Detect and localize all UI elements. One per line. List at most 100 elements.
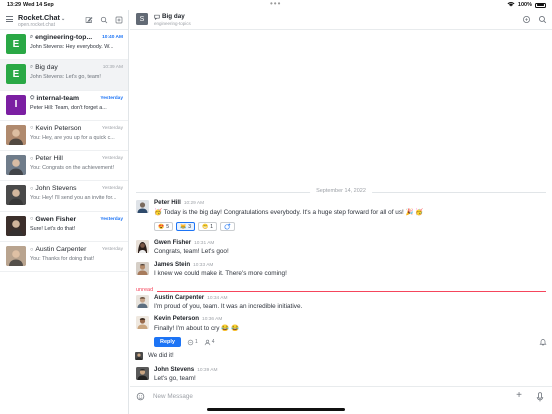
reaction[interactable]: 😹 3 (176, 222, 196, 231)
reaction[interactable]: 😁 1 (198, 222, 218, 231)
room-subtitle: engineering-topics (154, 21, 191, 26)
status-time: 13:29 (7, 2, 22, 8)
threads-icon[interactable] (522, 15, 531, 24)
menu-icon[interactable] (6, 16, 13, 23)
message-author[interactable]: James Stein 10:33 AM (154, 261, 213, 268)
status-date: Wed 14 Sep (23, 2, 54, 8)
avatar[interactable] (136, 200, 149, 213)
room-name: ○ Gwen Fisher (30, 215, 77, 223)
avatar: E (6, 34, 26, 54)
message-text: Let's go, team! (154, 375, 196, 382)
bell-icon[interactable] (539, 338, 547, 346)
room-name: ⛭ internal-team (30, 94, 80, 102)
message-time: 10:29 AM (183, 201, 205, 206)
battery-icon (535, 2, 546, 8)
multitasking-dots-icon[interactable]: ••• (270, 0, 281, 8)
avatar[interactable] (136, 240, 149, 253)
room-item[interactable]: ○ Gwen Fisher Yesterday Sure! Let's do that… (0, 212, 128, 243)
home-indicator[interactable] (207, 408, 345, 411)
message-time: 10:33 AM (193, 263, 214, 268)
room-time: Yesterday (101, 186, 123, 192)
room-name: ○ Peter Hill (30, 155, 63, 163)
status-icon: ○ (30, 185, 34, 192)
search-icon[interactable] (100, 16, 108, 24)
room-title[interactable]: Big day (154, 13, 185, 20)
workspace-name: Rocket.Chat (18, 13, 60, 22)
message-author[interactable]: John Stevens 10:39 AM (154, 366, 218, 373)
room-preview: Sure! Let's do that! (30, 225, 76, 232)
message-author[interactable]: Peter Hill 10:29 AM (154, 199, 204, 206)
thread-bar: Reply 1 4 (154, 337, 215, 347)
message-time: 10:36 AM (202, 317, 223, 322)
room-item[interactable]: I ⛭ internal-team Yesterday Peter Hill: Team… (0, 91, 128, 121)
room-name: ⌕ engineering-top... (30, 34, 93, 41)
avatar (6, 215, 26, 236)
message-author[interactable]: Austin Carpenter 10:34 AM (154, 294, 227, 301)
thread-replies[interactable]: 1 (187, 339, 198, 346)
room-time: Yesterday (101, 247, 123, 253)
room-item[interactable]: ○ Kevin Peterson Yesterday You: Hey, are yo… (0, 121, 128, 152)
message[interactable]: Peter Hill 10:29 AM 🥳 Today is the big da… (136, 199, 544, 221)
wifi-icon (507, 1, 515, 9)
emoji-icon[interactable] (136, 392, 145, 401)
user-icon (204, 339, 210, 345)
thread-icon (187, 339, 194, 345)
room-preview: Peter Hill: Team, don't forget a... (30, 104, 107, 111)
room-name: ⌕ Big day (30, 64, 58, 72)
message-time: 10:31 AM (194, 241, 215, 246)
add-reaction-button[interactable] (220, 222, 236, 231)
message-time: 10:39 AM (197, 368, 218, 373)
room-item[interactable]: ○ Austin Carpenter Yesterday You: Thanks fo… (0, 242, 128, 273)
avatar[interactable] (136, 262, 149, 275)
message[interactable]: John Stevens 10:39 AM Let's go, team! (136, 366, 544, 384)
message-text: Finally! I'm about to cry 😂 😂 (154, 325, 239, 332)
message[interactable]: Kevin Peterson 10:36 AM Finally! I'm abou… (136, 315, 544, 333)
avatar[interactable] (136, 316, 149, 329)
avatar (135, 352, 143, 360)
avatar[interactable] (136, 367, 149, 380)
workspace-switcher[interactable]: Rocket.Chat⌄ (18, 13, 65, 22)
reaction[interactable]: 😍 5 (154, 222, 174, 231)
header-actions (522, 15, 547, 24)
thread-followers[interactable]: 4 (204, 339, 215, 346)
unread-label: unread (136, 287, 158, 293)
room-preview: You: Congrats on the achievement! (30, 165, 115, 172)
sidebar: Rocket.Chat⌄ open.rocket.chat E ⌕ engineer… (0, 10, 129, 414)
avatar (6, 124, 26, 145)
message[interactable]: James Stein 10:33 AM I knew we could make… (136, 261, 544, 279)
message-text: 🥳 Today is the big day! Congratulations … (154, 209, 424, 216)
room-time: Yesterday (100, 216, 123, 222)
thread-last-reply[interactable]: We did it! (135, 352, 174, 360)
room-time: Yesterday (101, 156, 123, 162)
directory-icon[interactable] (115, 16, 123, 24)
room-avatar[interactable]: S (136, 13, 148, 25)
message-author[interactable]: Gwen Fisher 10:31 AM (154, 239, 214, 246)
avatar (6, 155, 26, 176)
message-input[interactable]: New Message (153, 393, 193, 400)
room-item[interactable]: E ⌕ engineering-top... 10:40 AM John Stevens… (0, 30, 128, 61)
message-author[interactable]: Kevin Peterson 10:36 AM (154, 315, 222, 322)
add-reaction-icon (224, 223, 231, 230)
microphone-icon[interactable] (536, 392, 544, 402)
room-item[interactable]: E ⌕ Big day 10:39 AM John Stevens: Let's go,… (0, 60, 128, 91)
thread-last-reply-text: We did it! (148, 352, 174, 359)
edit-icon[interactable] (85, 16, 93, 24)
sidebar-header: Rocket.Chat⌄ open.rocket.chat (0, 10, 128, 30)
message[interactable]: Gwen Fisher 10:31 AM Congrats, team! Let'… (136, 239, 544, 257)
plus-icon[interactable]: + (516, 390, 522, 401)
room-time: Yesterday (100, 95, 123, 101)
avatar[interactable] (136, 295, 149, 308)
discussion-icon: ⌕ (30, 34, 34, 40)
chat-pane: S Big day engineering-topics September 1… (130, 10, 552, 414)
room-item[interactable]: ○ John Stevens Yesterday You: Hey! I'll sen… (0, 181, 128, 212)
room-preview: John Stevens: Let's go, team! (30, 74, 101, 81)
status-icon: ○ (30, 216, 34, 223)
reply-button[interactable]: Reply (154, 337, 181, 347)
room-list: E ⌕ engineering-top... 10:40 AM John Stevens… (0, 30, 128, 273)
room-item[interactable]: ○ Peter Hill Yesterday You: Congrats on the… (0, 151, 128, 182)
status-icon: ○ (30, 125, 34, 132)
message[interactable]: Austin Carpenter 10:34 AM I'm proud of yo… (136, 294, 544, 312)
status-icon: ○ (30, 246, 34, 253)
search-icon[interactable] (538, 15, 547, 24)
room-title-text: Big day (162, 13, 185, 20)
